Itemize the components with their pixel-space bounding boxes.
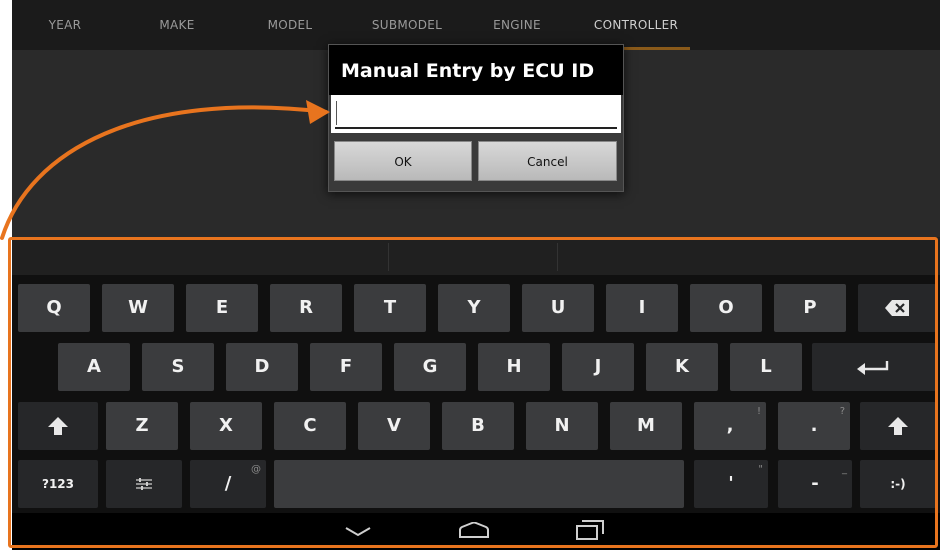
space-bar[interactable] [274, 460, 684, 508]
suggestion-divider [388, 243, 389, 271]
onscreen-keyboard: Q W E R T Y U I O P A S D F G H J K L Z … [12, 237, 940, 550]
key-g[interactable]: G [394, 343, 466, 391]
key-e[interactable]: E [186, 284, 258, 332]
key-n[interactable]: N [526, 402, 598, 450]
key-s[interactable]: S [142, 343, 214, 391]
key-comma-label: , [726, 415, 734, 436]
input-underline [335, 127, 617, 129]
symbols-key[interactable]: ?123 [18, 460, 98, 508]
key-dash-hint: _ [842, 464, 847, 475]
ecu-id-input[interactable] [331, 95, 621, 133]
key-period[interactable]: . ? [778, 402, 850, 450]
key-comma[interactable]: , ! [694, 402, 766, 450]
key-apostrophe-label: ' [728, 473, 734, 494]
key-slash-label: / [224, 473, 232, 494]
tab-year[interactable]: YEAR [30, 0, 100, 50]
key-a[interactable]: A [58, 343, 130, 391]
tab-submodel[interactable]: SUBMODEL [362, 0, 452, 50]
settings-key[interactable] [106, 460, 182, 508]
enter-icon [857, 361, 889, 375]
tab-engine[interactable]: ENGINE [477, 0, 557, 50]
key-d[interactable]: D [226, 343, 298, 391]
tab-make[interactable]: MAKE [142, 0, 212, 50]
key-c[interactable]: C [274, 402, 346, 450]
key-y[interactable]: Y [438, 284, 510, 332]
key-period-hint: ? [839, 406, 845, 417]
dialog-title: Manual Entry by ECU ID [329, 45, 623, 95]
tab-bar: YEAR MAKE MODEL SUBMODEL ENGINE CONTROLL… [12, 0, 940, 50]
system-nav-bar [12, 513, 940, 550]
key-r[interactable]: R [270, 284, 342, 332]
key-m[interactable]: M [610, 402, 682, 450]
key-h[interactable]: H [478, 343, 550, 391]
key-dash-label: - [811, 473, 819, 494]
smiley-key[interactable]: :-) [860, 460, 936, 508]
shift-key-left[interactable] [18, 402, 98, 450]
key-i[interactable]: I [606, 284, 678, 332]
key-f[interactable]: F [310, 343, 382, 391]
key-o[interactable]: O [690, 284, 762, 332]
key-z[interactable]: Z [106, 402, 178, 450]
key-q[interactable]: Q [18, 284, 90, 332]
back-chevron-icon[interactable] [345, 527, 371, 537]
key-t[interactable]: T [354, 284, 426, 332]
tab-controller-label: CONTROLLER [593, 18, 679, 32]
ok-button[interactable]: OK [334, 141, 472, 181]
key-w[interactable]: W [102, 284, 174, 332]
tab-controller[interactable]: CONTROLLER [582, 0, 690, 50]
backspace-icon [885, 300, 909, 316]
enter-key[interactable] [812, 343, 936, 391]
tab-model[interactable]: MODEL [255, 0, 325, 50]
shift-key-right[interactable] [860, 402, 936, 450]
app-screen: YEAR MAKE MODEL SUBMODEL ENGINE CONTROLL… [12, 0, 940, 550]
key-dash[interactable]: - _ [778, 460, 852, 508]
key-comma-hint: ! [756, 406, 761, 417]
suggestion-strip [12, 237, 940, 275]
recents-icon[interactable] [576, 520, 604, 540]
key-b[interactable]: B [442, 402, 514, 450]
key-slash[interactable]: / @ [190, 460, 266, 508]
key-apostrophe-hint: " [758, 464, 763, 475]
key-u[interactable]: U [522, 284, 594, 332]
key-apostrophe[interactable]: ' " [694, 460, 768, 508]
key-k[interactable]: K [646, 343, 718, 391]
key-slash-hint: @ [251, 464, 261, 475]
key-v[interactable]: V [358, 402, 430, 450]
key-j[interactable]: J [562, 343, 634, 391]
backspace-key[interactable] [858, 284, 936, 332]
cancel-button[interactable]: Cancel [478, 141, 617, 181]
key-period-label: . [810, 415, 818, 436]
shift-icon [48, 417, 68, 435]
text-caret [336, 101, 337, 125]
manual-entry-dialog: Manual Entry by ECU ID OK Cancel [328, 44, 624, 192]
key-l[interactable]: L [730, 343, 802, 391]
settings-sliders-icon [136, 478, 152, 490]
suggestion-divider [557, 243, 558, 271]
shift-icon [888, 417, 908, 435]
key-x[interactable]: X [190, 402, 262, 450]
home-icon[interactable] [458, 522, 490, 538]
key-p[interactable]: P [774, 284, 846, 332]
